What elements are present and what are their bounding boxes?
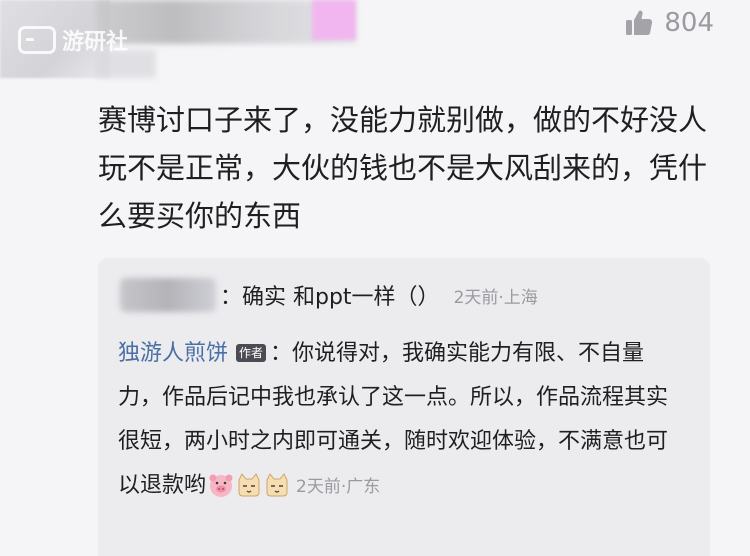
- comment-body: 赛博讨口子来了，没能力就别做，做的不好没人玩不是正常，大伙的钱也不是大风刮来的，…: [98, 103, 708, 233]
- reply-item: ：确实 和ppt一样（） 2天前·上海: [120, 278, 538, 312]
- cat-face-emoji-icon: [236, 470, 262, 497]
- reply-item-author: 独游人煎饼 作者 ：你说得对，我确实能力有限、不自量力，作品后记中我也承认了这一点。…: [118, 332, 688, 509]
- reply-username-blurred[interactable]: [120, 278, 216, 312]
- thumbs-up-icon: [624, 8, 654, 38]
- pig-face-emoji-icon: [208, 470, 234, 497]
- watermark-text: 游研社: [62, 30, 129, 55]
- like-button[interactable]: 804: [624, 8, 714, 38]
- cat-face-emoji-icon: [264, 470, 290, 497]
- comment-header: 游研社 804: [0, 0, 750, 90]
- reply-author-name[interactable]: 独游人煎饼: [118, 341, 228, 366]
- author-badge: 作者: [236, 344, 267, 362]
- user-badge-blurred: [312, 0, 356, 40]
- reply-text: ：确实 和ppt一样（）: [220, 285, 440, 310]
- reply-timestamp: 2天前·广东: [296, 477, 381, 497]
- watermark-logo-icon: [18, 26, 56, 54]
- reply-list: ：确实 和ppt一样（） 2天前·上海 独游人煎饼 作者 ：你说得对，我确实能力有限…: [98, 258, 710, 556]
- comment-page: 游研社 804 赛博讨口子来了，没能力就别做，做的不好没人玩不是正常，大伙的钱也…: [0, 0, 750, 556]
- watermark: 游研社: [18, 24, 128, 56]
- reply-timestamp: 2天前·上海: [453, 287, 538, 308]
- like-count: 804: [664, 8, 714, 38]
- emoji-group: [208, 470, 290, 497]
